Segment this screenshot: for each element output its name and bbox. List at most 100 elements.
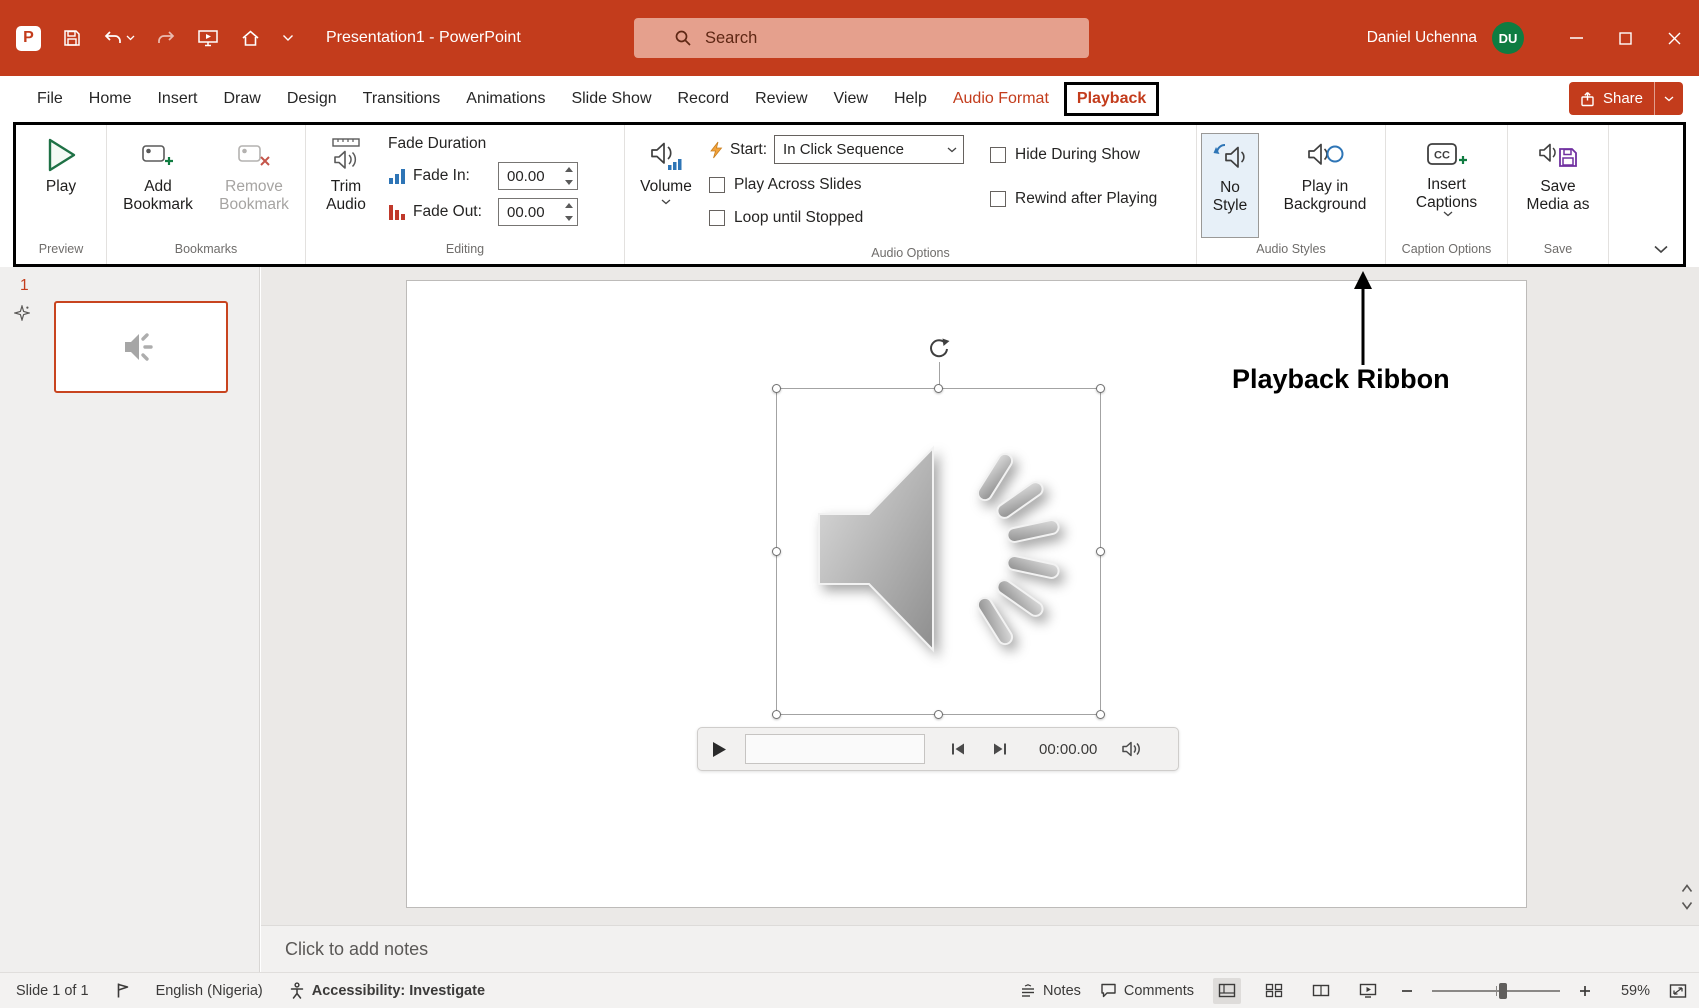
insert-captions-button[interactable]: CC Insert Captions — [1397, 133, 1497, 238]
notes-pane[interactable]: Click to add notes — [261, 925, 1699, 972]
close-button[interactable] — [1650, 0, 1699, 76]
start-slideshow-button[interactable] — [197, 28, 219, 48]
share-button[interactable]: Share — [1569, 82, 1683, 115]
hide-during-show-checkbox[interactable] — [990, 147, 1006, 163]
checkbox-play-across-slides[interactable]: Play Across Slides — [709, 176, 964, 194]
scroll-down-button[interactable] — [1681, 901, 1693, 910]
save-media-icon — [1538, 140, 1578, 170]
start-dropdown-chevron-icon[interactable] — [940, 147, 963, 153]
no-style-button[interactable]: No Style — [1201, 133, 1259, 238]
tab-draw[interactable]: Draw — [210, 82, 273, 116]
slide-editing-area: 00:00.00 — [261, 267, 1699, 925]
play-in-background-icon — [1306, 140, 1344, 170]
avatar[interactable]: DU — [1492, 22, 1524, 54]
animation-indicator-icon[interactable] — [14, 305, 30, 321]
play-button[interactable]: Play — [40, 133, 82, 238]
fade-in-increment-button[interactable] — [561, 163, 577, 176]
add-bookmark-button[interactable]: Add Bookmark — [113, 133, 203, 238]
add-bookmark-icon — [141, 141, 175, 169]
checkbox-loop-until-stopped[interactable]: Loop until Stopped — [709, 209, 964, 227]
fade-out-increment-button[interactable] — [561, 199, 577, 212]
fade-out-decrement-button[interactable] — [561, 212, 577, 225]
comments-toggle-button[interactable]: Comments — [1100, 983, 1194, 999]
search-input[interactable]: Search — [634, 18, 1089, 58]
proofing-icon[interactable] — [115, 982, 130, 999]
trim-audio-button[interactable]: Trim Audio — [314, 133, 378, 238]
tab-review[interactable]: Review — [742, 82, 820, 116]
tab-playback[interactable]: Playback — [1064, 82, 1159, 116]
zoom-slider[interactable] — [1432, 990, 1560, 992]
save-media-as-button[interactable]: Save Media as — [1513, 133, 1603, 238]
slide-thumbnail[interactable] — [54, 301, 228, 393]
tab-transitions[interactable]: Transitions — [350, 82, 454, 116]
fit-to-window-button[interactable] — [1669, 983, 1687, 999]
start-dropdown[interactable]: In Click Sequence — [774, 135, 964, 164]
loop-until-stopped-checkbox[interactable] — [709, 210, 725, 226]
ribbon-group-save: Save Media as Save — [1508, 125, 1609, 264]
accessibility-icon — [289, 982, 305, 999]
notes-icon — [1020, 984, 1036, 997]
fade-in-spinner[interactable]: 00.00 — [498, 162, 578, 190]
fade-in-icon — [388, 168, 406, 184]
tab-animations[interactable]: Animations — [453, 82, 558, 116]
tab-home[interactable]: Home — [76, 82, 145, 116]
slideshow-view-button[interactable] — [1354, 978, 1382, 1004]
tab-view[interactable]: View — [821, 82, 881, 116]
redo-button[interactable] — [156, 29, 176, 47]
no-style-icon — [1213, 141, 1247, 171]
powerpoint-logo-icon[interactable]: P — [16, 26, 41, 51]
zoom-slider-thumb[interactable] — [1499, 983, 1507, 999]
share-dropdown-chevron-icon[interactable] — [1654, 82, 1683, 115]
rewind-after-playing-checkbox[interactable] — [990, 191, 1006, 207]
player-progress-bar[interactable] — [745, 734, 925, 764]
tab-insert[interactable]: Insert — [144, 82, 210, 116]
zoom-out-button[interactable] — [1401, 985, 1413, 997]
fade-in-label: Fade In: — [413, 167, 491, 185]
save-button[interactable] — [62, 28, 82, 48]
share-icon — [1580, 91, 1595, 107]
player-play-button[interactable] — [712, 741, 727, 758]
player-step-back-button[interactable] — [949, 742, 967, 756]
tab-design[interactable]: Design — [274, 82, 350, 116]
fade-in-value[interactable]: 00.00 — [499, 163, 561, 189]
undo-button[interactable] — [103, 29, 135, 47]
rotation-handle[interactable] — [927, 337, 951, 361]
fade-duration-label: Fade Duration — [388, 135, 578, 153]
normal-view-button[interactable] — [1213, 978, 1241, 1004]
fade-out-spinner[interactable]: 00.00 — [498, 198, 578, 226]
maximize-button[interactable] — [1601, 0, 1650, 76]
player-volume-button[interactable] — [1121, 740, 1143, 758]
collapse-ribbon-button[interactable] — [1653, 245, 1669, 254]
zoom-level[interactable]: 59% — [1610, 983, 1650, 999]
home-button[interactable] — [240, 28, 261, 48]
minimize-button[interactable] — [1552, 0, 1601, 76]
language-indicator[interactable]: English (Nigeria) — [156, 983, 263, 999]
checkbox-hide-during-show[interactable]: Hide During Show — [990, 146, 1157, 164]
tab-file[interactable]: File — [24, 82, 76, 116]
ribbon-group-preview: Play Preview — [16, 125, 107, 264]
volume-button[interactable]: Volume — [635, 133, 697, 242]
zoom-in-button[interactable] — [1579, 985, 1591, 997]
insert-captions-icon: CC — [1426, 140, 1468, 170]
tab-record[interactable]: Record — [665, 82, 743, 116]
customize-toolbar-chevron-icon[interactable] — [282, 34, 294, 42]
audio-object-selection[interactable] — [776, 388, 1101, 715]
player-step-forward-button[interactable] — [991, 742, 1009, 756]
tab-audio-format[interactable]: Audio Format — [940, 82, 1062, 116]
audio-player-bar: 00:00.00 — [697, 727, 1179, 771]
accessibility-status[interactable]: Accessibility: Investigate — [289, 982, 485, 999]
tab-help[interactable]: Help — [881, 82, 940, 116]
slide-thumbnail-number: 1 — [20, 277, 29, 295]
scroll-up-button[interactable] — [1681, 884, 1693, 893]
fade-in-decrement-button[interactable] — [561, 176, 577, 189]
checkbox-rewind-after-playing[interactable]: Rewind after Playing — [990, 190, 1157, 208]
slide-sorter-view-button[interactable] — [1260, 978, 1288, 1004]
play-across-slides-checkbox[interactable] — [709, 177, 725, 193]
play-in-background-button[interactable]: Play in Background — [1269, 133, 1381, 238]
tab-slide-show[interactable]: Slide Show — [558, 82, 664, 116]
audio-speaker-graphic[interactable] — [805, 412, 1073, 692]
notes-toggle-button[interactable]: Notes — [1020, 983, 1081, 999]
reading-view-button[interactable] — [1307, 978, 1335, 1004]
fade-out-value[interactable]: 00.00 — [499, 199, 561, 225]
ribbon-tab-bar: File Home Insert Draw Design Transitions… — [0, 76, 1699, 122]
